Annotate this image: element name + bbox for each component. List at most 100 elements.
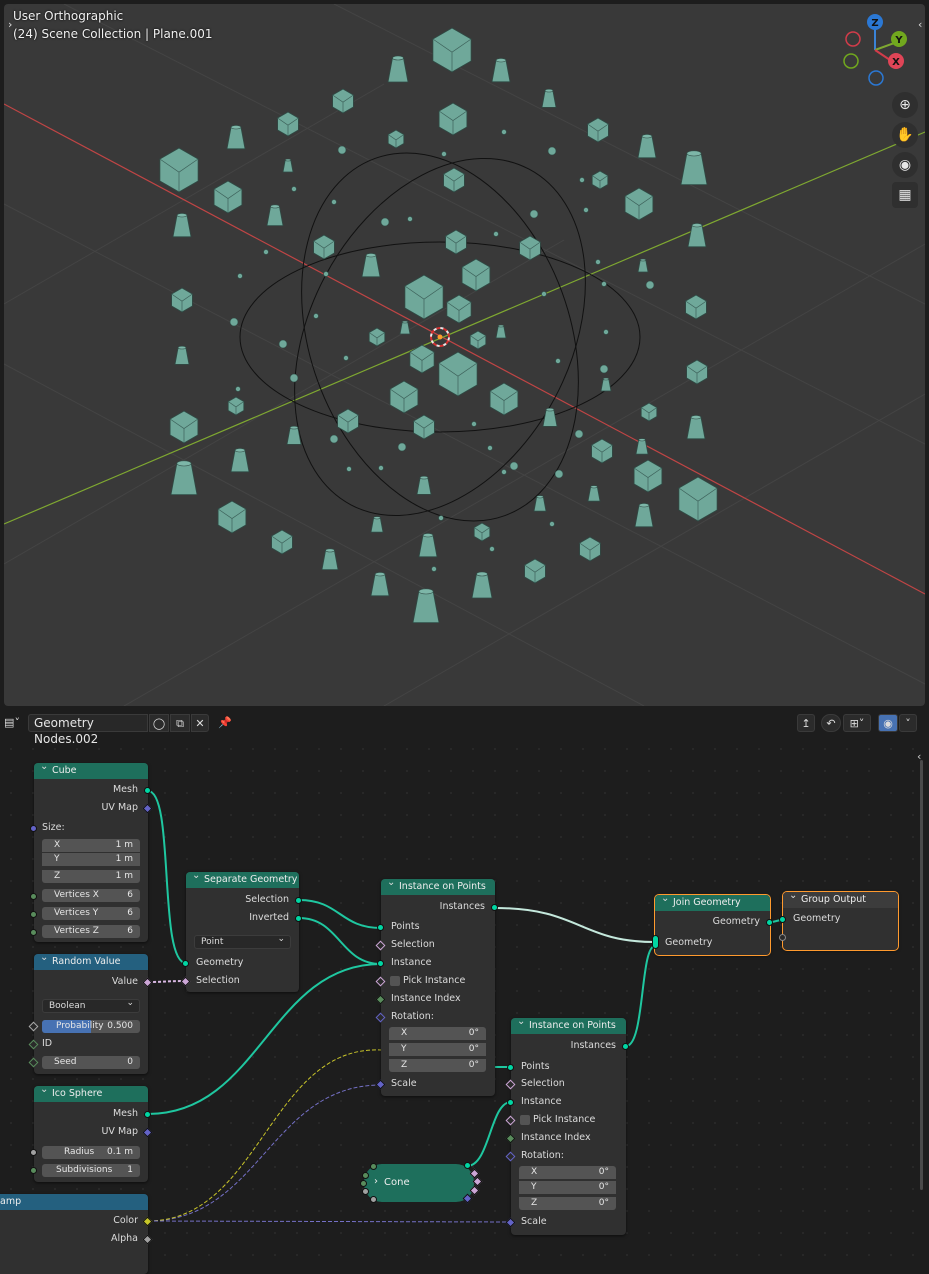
group-output-geometry-socket[interactable] — [779, 916, 786, 923]
cone-radius-top-socket[interactable] — [362, 1188, 369, 1195]
subdivisions-socket[interactable] — [30, 1167, 37, 1174]
node-editor-scrollbar[interactable] — [920, 760, 923, 1190]
ico-mesh-output: Mesh — [112, 1108, 138, 1119]
cone-instance — [321, 550, 339, 570]
iop2-instance-input: Instance — [521, 1096, 562, 1107]
iop1-title: Instance on Points — [381, 879, 495, 895]
iop2-rot-y-field[interactable]: Y 0° — [519, 1181, 616, 1194]
join-multi-input-socket[interactable] — [652, 935, 659, 949]
iop2-rot-x-field[interactable]: X 0° — [519, 1166, 616, 1179]
cone-depth-socket[interactable] — [370, 1196, 377, 1203]
iop2-points-socket[interactable] — [507, 1064, 514, 1071]
ico-sphere-node[interactable]: Ico Sphere Mesh UV Map Radius0.1 m Subdi… — [30, 1086, 153, 1182]
iop1-rot-x-field[interactable]: X 0° — [389, 1027, 486, 1040]
instance-on-points-node-1[interactable]: Instance on Points Instances Points Sele… — [375, 879, 498, 1096]
group-output-empty-socket[interactable] — [779, 934, 786, 941]
iop1-rotation-label: Rotation: — [391, 1011, 434, 1022]
instance-on-points-node-2[interactable]: Instance on Points Instances Points Sele… — [505, 1018, 629, 1235]
separate-selection-socket[interactable] — [295, 897, 302, 904]
random-value-node[interactable]: Random Value Value Boolean Probability0.… — [28, 954, 153, 1074]
gizmo-y-label: Y — [894, 35, 903, 46]
cube-size-x-field[interactable]: X1 m — [42, 839, 140, 852]
cone-instance — [387, 57, 409, 83]
chevron-left-icon[interactable]: ‹ — [918, 18, 922, 31]
chevron-right-icon[interactable]: › — [8, 18, 12, 31]
cube-vertices-y-socket[interactable] — [30, 911, 37, 918]
cube-size-z-field[interactable]: Z1 m — [42, 870, 140, 883]
iop2-scale-input: Scale — [521, 1216, 547, 1227]
grid-icon[interactable]: ▦ — [892, 182, 918, 208]
small-instance — [509, 461, 519, 471]
small-instance — [291, 186, 297, 192]
fake-user-shield-icon[interactable]: ◯ — [149, 714, 169, 732]
iop1-instance-socket[interactable] — [377, 960, 384, 967]
3d-viewport[interactable]: Z Y X › ‹ User Orthographic (24) Scene C… — [4, 4, 925, 706]
separate-geometry-input-socket[interactable] — [182, 960, 189, 967]
cube-vertices-z-socket[interactable] — [30, 929, 37, 936]
cone-fill-segments-socket[interactable] — [360, 1180, 367, 1187]
hand-icon[interactable]: ✋ — [892, 122, 918, 148]
snap-target-dropdown[interactable]: ⊞˅ — [843, 714, 871, 732]
join-geometry-node[interactable]: Join Geometry Geometry Geometry — [652, 894, 773, 956]
cone-vertices-socket[interactable] — [370, 1163, 377, 1170]
parent-node-tree-icon[interactable]: ↥ — [797, 714, 815, 732]
small-instance — [323, 271, 329, 277]
cone-side-segments-socket[interactable] — [362, 1172, 369, 1179]
iop1-instances-socket[interactable] — [491, 904, 498, 911]
iop2-rot-z-field[interactable]: Z 0° — [519, 1197, 616, 1210]
zoom-icon[interactable]: ⊕ — [892, 92, 918, 118]
cone-instance — [170, 462, 198, 496]
small-instance — [547, 146, 557, 156]
camera-icon[interactable]: ◉ — [892, 152, 918, 178]
cube-size-socket[interactable] — [30, 825, 37, 832]
iop2-instances-socket[interactable] — [622, 1043, 629, 1050]
iop1-rot-z-field[interactable]: Z 0° — [389, 1059, 486, 1072]
navigation-gizmo[interactable]: Z Y X — [843, 14, 907, 86]
iop1-rot-y-field[interactable]: Y 0° — [389, 1043, 486, 1056]
snap-icon[interactable]: ↶ — [821, 714, 841, 732]
iop1-scale-input: Scale — [391, 1078, 417, 1089]
small-instance — [289, 373, 299, 383]
probability-slider[interactable]: Probability 0.500 — [42, 1020, 140, 1033]
cube-node[interactable]: Cube Mesh UV Map Size: X1 m Y1 m Z1 m Ve… — [30, 763, 153, 942]
color-ramp-node[interactable]: amp Color Alpha — [0, 1194, 153, 1274]
cube-size-y-field[interactable]: Y1 m — [42, 853, 140, 866]
cone-node-collapsed[interactable]: › Cone — [360, 1162, 483, 1204]
cube-vertices-x-field[interactable]: Vertices X6 — [42, 889, 140, 902]
iop1-points-socket[interactable] — [377, 924, 384, 931]
duplicate-icon[interactable]: ⧉ — [170, 714, 190, 732]
separate-geometry-title: Separate Geometry — [186, 872, 299, 888]
small-instance — [229, 317, 239, 327]
subdivisions-field[interactable]: Subdivisions 1 — [42, 1164, 140, 1177]
cube-vertices-y-field[interactable]: Vertices Y6 — [42, 907, 140, 920]
separate-geometry-node[interactable]: Separate Geometry Selection Inverted Poi… — [180, 872, 302, 992]
cube-mesh-socket[interactable] — [144, 787, 151, 794]
group-output-node[interactable]: Group Output Geometry — [779, 891, 899, 951]
iop2-pick-checkbox[interactable] — [520, 1115, 530, 1125]
domain-dropdown[interactable]: Point — [194, 933, 291, 949]
overlays-dropdown[interactable]: ˅ — [899, 714, 917, 732]
cone-instance — [491, 59, 511, 83]
radius-field[interactable]: Radius 0.1 m — [42, 1146, 140, 1159]
pin-icon[interactable]: 📌 — [216, 714, 234, 732]
iop2-instance-socket[interactable] — [507, 1099, 514, 1106]
ico-mesh-socket[interactable] — [144, 1111, 151, 1118]
separate-inverted-socket[interactable] — [295, 915, 302, 922]
seed-field[interactable]: Seed 0 — [42, 1056, 140, 1069]
cube-vertices-x-socket[interactable] — [30, 893, 37, 900]
cone-mesh-socket[interactable] — [464, 1162, 471, 1169]
radius-socket[interactable] — [30, 1149, 37, 1156]
iop1-pick-checkbox[interactable] — [390, 976, 400, 986]
cube-mesh-output: Mesh — [112, 784, 138, 795]
cone-expand-icon[interactable]: › — [374, 1176, 378, 1187]
overlays-icon[interactable]: ◉ — [878, 714, 898, 732]
node-tree-name-field[interactable]: Geometry Nodes.002 — [28, 714, 148, 746]
iop2-points-input: Points — [521, 1061, 550, 1072]
close-icon[interactable]: ✕ — [191, 714, 209, 732]
small-instance — [599, 364, 609, 374]
cone-instance — [637, 259, 649, 273]
join-output-socket[interactable] — [766, 919, 773, 926]
cube-vertices-z-field[interactable]: Vertices Z6 — [42, 925, 140, 938]
random-type-dropdown[interactable]: Boolean — [42, 997, 140, 1013]
editor-type-icon[interactable]: ▤˅ — [0, 714, 24, 732]
